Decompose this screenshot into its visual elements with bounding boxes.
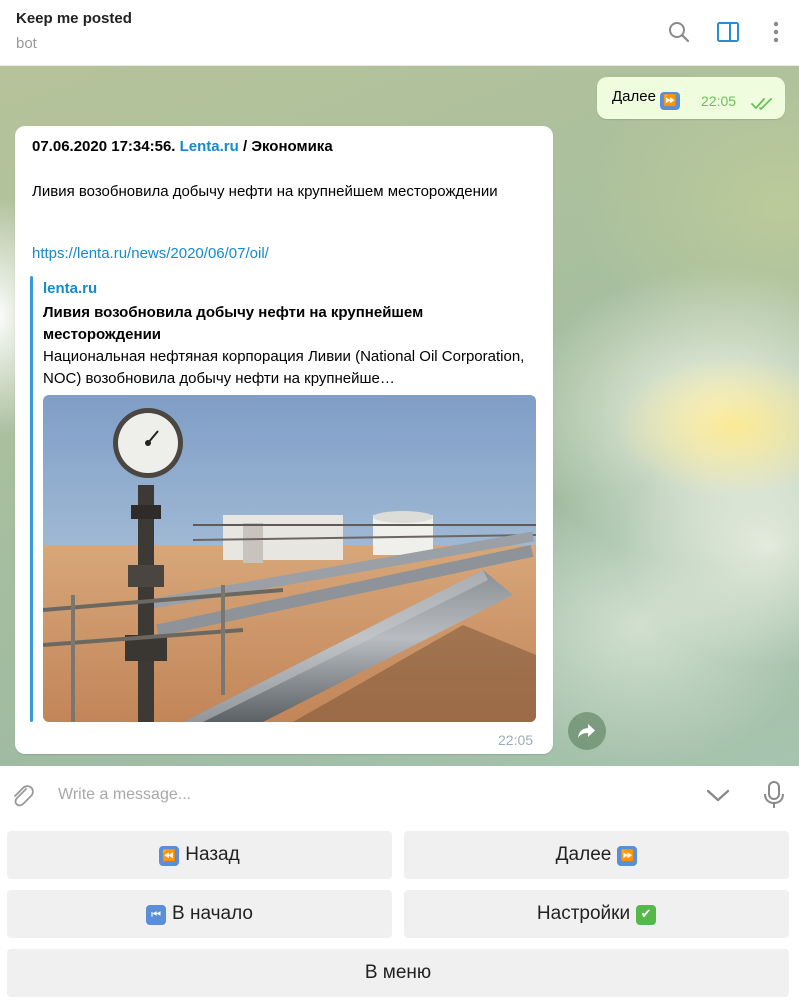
- message-input[interactable]: [58, 780, 678, 810]
- chat-subtitle: bot: [16, 35, 37, 52]
- check-mark-emoji-icon: ✔: [636, 905, 657, 925]
- outgoing-message-time: 22:05: [701, 93, 737, 109]
- link-preview-title[interactable]: Ливия возобновила добычу нефти на крупне…: [43, 302, 513, 346]
- link-preview-accent-bar: [30, 276, 33, 722]
- search-icon[interactable]: [667, 20, 691, 44]
- settings-button-label: Настройки: [536, 903, 631, 924]
- paperclip-icon[interactable]: [10, 783, 36, 809]
- link-preview-image[interactable]: [43, 395, 536, 722]
- settings-button[interactable]: Настройки ✔: [404, 890, 789, 938]
- next-button-label: Далее: [555, 844, 612, 865]
- message-category: / Экономика: [242, 138, 333, 155]
- incoming-message-time: 22:05: [498, 732, 534, 748]
- next-button[interactable]: Далее ⏩: [404, 831, 789, 879]
- chat-header: Keep me posted bot: [0, 0, 799, 66]
- bot-keyboard: ⏪ Назад Далее ⏩ ⏮ В начало Настройки ✔ В мен…: [0, 824, 799, 1001]
- menu-button[interactable]: В меню: [7, 949, 789, 997]
- outgoing-message[interactable]: Далее ⏩ 22:05: [597, 77, 785, 119]
- microphone-icon[interactable]: [762, 780, 786, 810]
- link-preview-description: Национальная нефтяная корпорация Ливии (…: [43, 348, 525, 387]
- outgoing-message-text: Далее ⏩: [612, 88, 680, 110]
- fast-forward-emoji-icon: ⏩: [659, 92, 680, 110]
- fast-forward-emoji-icon: ⏩: [617, 846, 638, 866]
- skip-back-emoji-icon: ⏮: [146, 905, 167, 925]
- link-preview-site[interactable]: lenta.ru: [43, 280, 97, 297]
- incoming-message[interactable]: 07.06.2020 17:34:56. Lenta.ru / Экономик…: [15, 126, 553, 754]
- source-link[interactable]: Lenta.ru: [180, 138, 239, 155]
- chevron-down-icon[interactable]: [705, 785, 731, 807]
- menu-button-label: В меню: [364, 962, 432, 983]
- rewind-emoji-icon: ⏪: [159, 846, 180, 866]
- sidebar-toggle-icon[interactable]: [716, 20, 740, 44]
- forward-arrow-icon: [578, 724, 595, 738]
- back-button[interactable]: ⏪ Назад: [7, 831, 392, 879]
- message-composer: [0, 766, 799, 824]
- back-button-label: Назад: [185, 844, 240, 865]
- article-url-link[interactable]: https://lenta.ru/news/2020/06/07/oil/: [32, 245, 269, 262]
- message-header: 07.06.2020 17:34:56. Lenta.ru / Экономик…: [32, 138, 333, 155]
- to-start-button-label: В начало: [172, 903, 253, 924]
- forward-button[interactable]: [568, 712, 606, 750]
- to-start-button[interactable]: ⏮ В начало: [7, 890, 392, 938]
- outgoing-message-label: Далее: [612, 88, 656, 105]
- message-body: Ливия возобновила добычу нефти на крупне…: [32, 183, 498, 200]
- chat-title[interactable]: Keep me posted: [16, 10, 132, 27]
- double-check-icon: [751, 98, 772, 110]
- chat-area[interactable]: Далее ⏩ 22:05 07.06.2020 17:34:56. Lenta.…: [0, 66, 799, 766]
- more-icon[interactable]: [764, 20, 788, 44]
- message-date: 07.06.2020 17:34:56.: [32, 138, 176, 155]
